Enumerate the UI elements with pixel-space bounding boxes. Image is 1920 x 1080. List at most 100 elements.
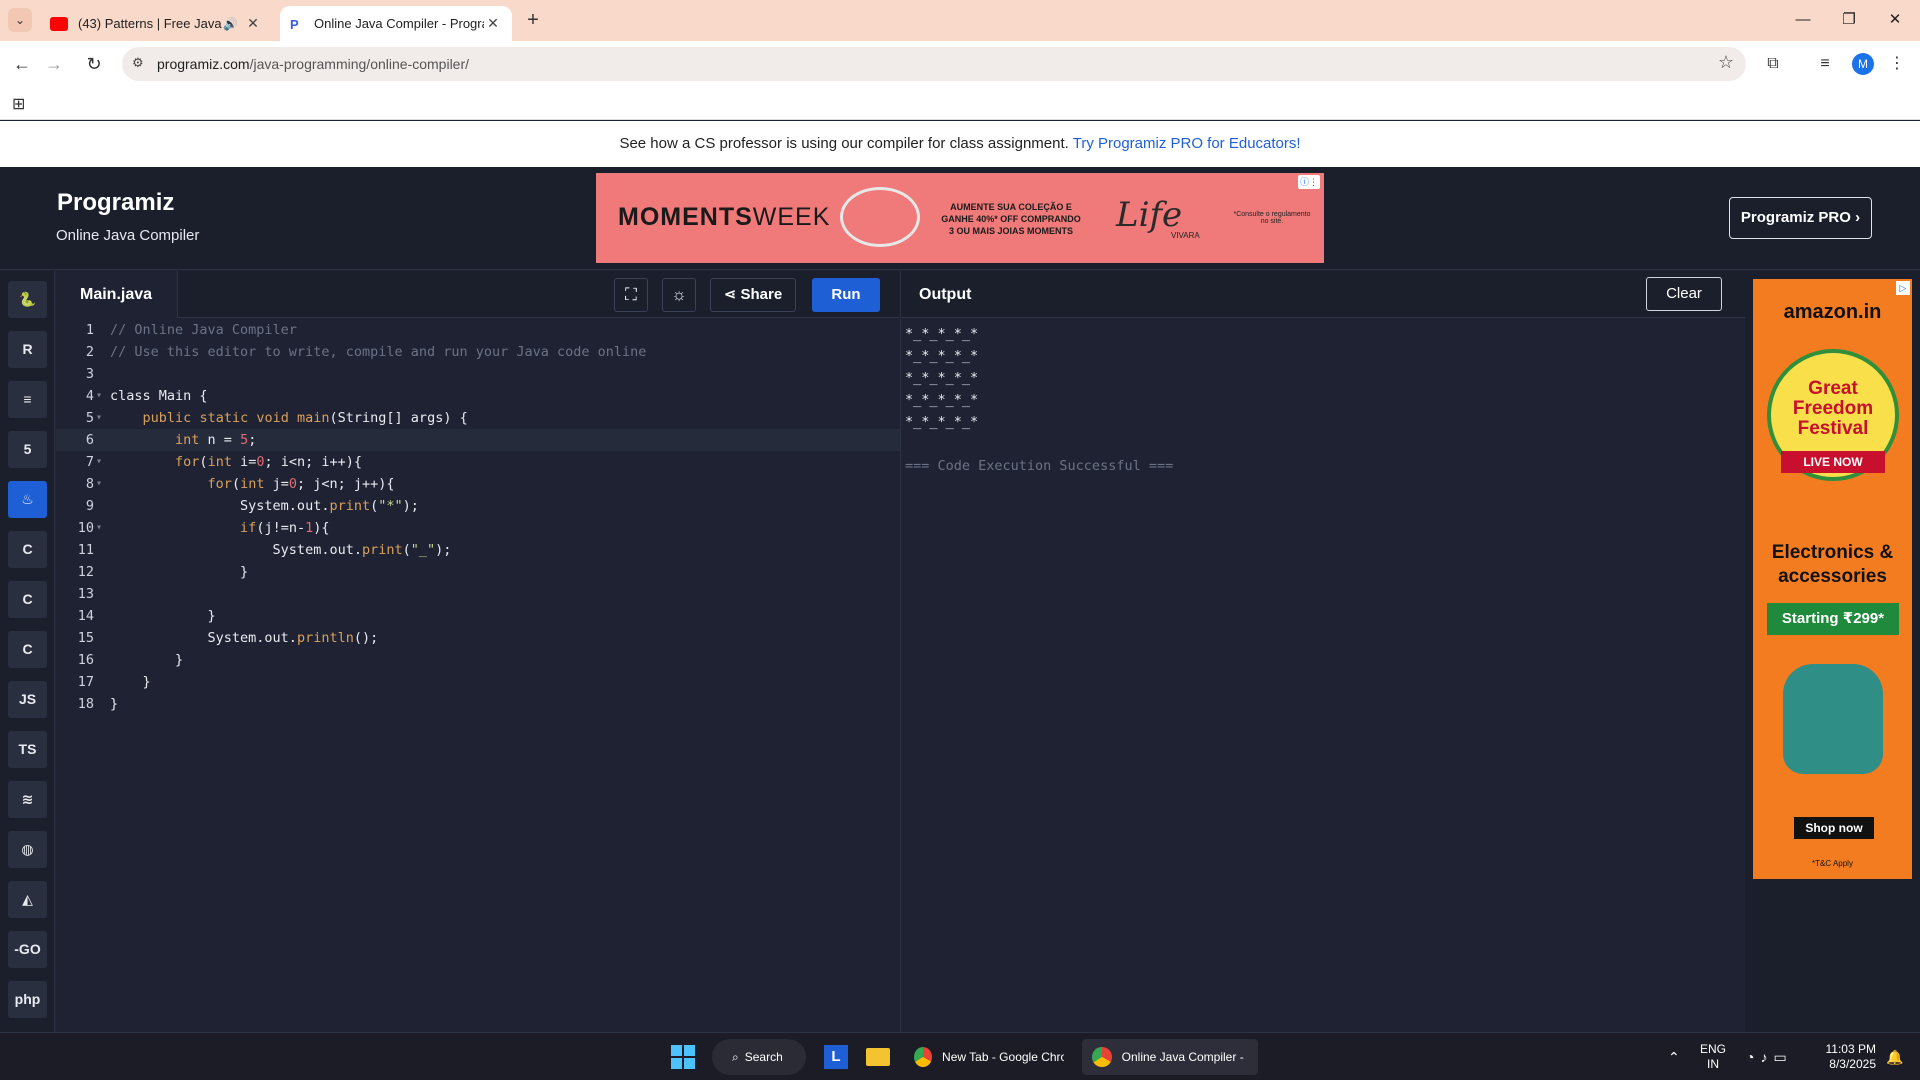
code-line[interactable]: 3: [56, 363, 900, 385]
fold-toggle-icon[interactable]: ▾: [96, 407, 102, 429]
notice-link[interactable]: Try Programiz PRO for Educators!: [1073, 135, 1301, 152]
media-controls-icon[interactable]: ≡: [1812, 51, 1838, 77]
new-tab-button[interactable]: +: [520, 8, 546, 34]
live-now-label: LIVE NOW: [1781, 451, 1885, 473]
language-html-button[interactable]: 5: [8, 431, 47, 468]
restore-button[interactable]: ❐: [1826, 6, 1872, 34]
language-go-button[interactable]: -GO: [8, 931, 47, 968]
language-cpp-button[interactable]: C: [8, 581, 47, 618]
youtube-icon: [50, 16, 68, 31]
taskbar-chrome-compiler[interactable]: Online Java Compiler - I: [1082, 1039, 1258, 1075]
language-rust-button[interactable]: ◍: [8, 831, 47, 868]
code-line[interactable]: 16 }: [56, 649, 900, 671]
apps-grid-icon[interactable]: ⊞: [12, 94, 25, 114]
minimize-button[interactable]: —: [1780, 6, 1826, 34]
line-number: 15: [77, 630, 94, 646]
ad-terms: *Consulte o regulamento no site.: [1233, 211, 1311, 225]
extensions-icon[interactable]: ⧉: [1760, 51, 1786, 77]
language-sql-button[interactable]: ≡: [8, 381, 47, 418]
clock[interactable]: 11:03 PM 8/3/2025: [1820, 1039, 1876, 1075]
code-line[interactable]: 18}: [56, 693, 900, 715]
browser-menu-icon[interactable]: ⋮: [1884, 51, 1910, 77]
tab-search-button[interactable]: ⌄: [8, 8, 32, 32]
code-line[interactable]: 17 }: [56, 671, 900, 693]
profile-avatar[interactable]: M: [1852, 53, 1874, 75]
language-sidebar: 🐍 R ≡ 5 ♨ C C C JS TS ≋ ◍ ◭ -GO php: [0, 271, 55, 1032]
language-kotlin-button[interactable]: ◭: [8, 881, 47, 918]
code-line[interactable]: 11 System.out.print("_");: [56, 539, 900, 561]
theme-toggle-icon[interactable]: ☼: [662, 278, 696, 312]
file-explorer-icon[interactable]: [860, 1039, 896, 1075]
browser-tab-youtube[interactable]: (43) Patterns | Free Java dsa 🔊 ✕: [40, 6, 272, 41]
close-tab-icon[interactable]: ✕: [484, 15, 502, 32]
windows-start-icon[interactable]: [670, 1039, 698, 1075]
run-button[interactable]: Run: [812, 278, 880, 312]
address-bar[interactable]: ⚙ programiz.com/java-programming/online-…: [122, 47, 1746, 81]
fold-toggle-icon[interactable]: ▾: [96, 473, 102, 495]
reload-button[interactable]: ↻: [80, 50, 108, 78]
clear-button[interactable]: Clear: [1646, 277, 1722, 311]
close-tab-icon[interactable]: ✕: [244, 15, 262, 32]
site-info-icon[interactable]: ⚙: [132, 55, 144, 71]
line-number: 16: [77, 652, 94, 668]
fold-toggle-icon[interactable]: ▾: [96, 451, 102, 473]
code-line[interactable]: 2 // Use this editor to write, compile an…: [56, 341, 900, 363]
notice-text: See how a CS professor is using our comp…: [619, 135, 1069, 152]
bookmark-star-icon[interactable]: ☆: [1718, 52, 1734, 73]
language-r-button[interactable]: R: [8, 331, 47, 368]
output-toolbar: Output Clear: [900, 271, 1745, 318]
code-line[interactable]: 15 System.out.println();: [56, 627, 900, 649]
back-button[interactable]: ←: [8, 50, 36, 78]
close-window-button[interactable]: ✕: [1872, 6, 1918, 34]
code-line[interactable]: 12 }: [56, 561, 900, 583]
code-line[interactable]: 7 ▾ for(int i=0; i<n; i++){: [56, 451, 900, 473]
language-c-button[interactable]: C: [8, 531, 47, 568]
speaker-icon[interactable]: 🔊: [223, 17, 238, 31]
notification-bell-icon[interactable]: 🔔: [1886, 1039, 1903, 1075]
language-indicator[interactable]: ENG IN: [1700, 1039, 1726, 1075]
code-line[interactable]: 4 ▾ class Main {: [56, 385, 900, 407]
code-line[interactable]: 13: [56, 583, 900, 605]
line-number: 7: [85, 454, 94, 470]
taskbar-chrome-newtab[interactable]: New Tab - Google Chrom: [904, 1039, 1074, 1075]
search-icon: ⌕: [732, 1049, 739, 1064]
language-swift-button[interactable]: ≋: [8, 781, 47, 818]
adchoices-icon[interactable]: ▷: [1896, 281, 1910, 295]
line-number: 18: [77, 696, 94, 712]
code-editor[interactable]: 1 // Online Java Compiler 2 // Use this edi…: [56, 319, 900, 1032]
taskbar-app-l[interactable]: L: [818, 1039, 854, 1075]
fold-toggle-icon[interactable]: ▾: [96, 517, 102, 539]
language-java-button[interactable]: ♨: [8, 481, 47, 518]
amazon-ad[interactable]: ▷ amazon.in Great Freedom Festival LIVE …: [1753, 279, 1912, 879]
code-line[interactable]: 6 int n = 5;: [56, 429, 900, 451]
adchoices-icon[interactable]: ⓘ⋮: [1298, 175, 1320, 189]
share-button[interactable]: ⋖ Share: [710, 278, 796, 312]
code-line[interactable]: 10 ▾ if(j!=n-1){: [56, 517, 900, 539]
programiz-icon: P: [290, 16, 299, 32]
taskbar-search[interactable]: ⌕ Search: [712, 1039, 806, 1075]
code-line[interactable]: 9 System.out.print("*");: [56, 495, 900, 517]
code-line[interactable]: 5 ▾ public static void main(String[] args…: [56, 407, 900, 429]
code-line[interactable]: 8 ▾ for(int j=0; j<n; j++){: [56, 473, 900, 495]
show-hidden-icons[interactable]: ⌃: [1668, 1039, 1680, 1075]
language-python-button[interactable]: 🐍: [8, 281, 47, 318]
language-typescript-button[interactable]: TS: [8, 731, 47, 768]
forward-button[interactable]: →: [40, 50, 68, 78]
language-csharp-button[interactable]: C: [8, 631, 47, 668]
language-javascript-button[interactable]: JS: [8, 681, 47, 718]
file-tab-main-java[interactable]: Main.java: [56, 271, 178, 318]
fold-toggle-icon[interactable]: ▾: [96, 385, 102, 407]
address-toolbar: ← → ↻ ⚙ programiz.com/java-programming/o…: [0, 41, 1920, 86]
fullscreen-icon[interactable]: ⛶: [614, 278, 648, 312]
browser-tab-programiz[interactable]: P Online Java Compiler - Program ✕: [280, 6, 512, 41]
shop-now-button[interactable]: Shop now: [1794, 817, 1874, 839]
programiz-pro-button[interactable]: Programiz PRO ›: [1729, 197, 1872, 239]
network-volume-battery-icons[interactable]: ◔♪▭: [1746, 1039, 1793, 1075]
language-php-button[interactable]: php: [8, 981, 47, 1018]
vivara-ad-banner[interactable]: MOMENTSWEEK AUMENTE SUA COLEÇÃO E GANHE …: [596, 173, 1324, 263]
code-line[interactable]: 1 // Online Java Compiler: [56, 319, 900, 341]
programiz-logo[interactable]: Programiz: [57, 189, 174, 217]
code-text: }: [110, 564, 249, 580]
url-text[interactable]: programiz.com/java-programming/online-co…: [157, 56, 469, 72]
code-line[interactable]: 14 }: [56, 605, 900, 627]
